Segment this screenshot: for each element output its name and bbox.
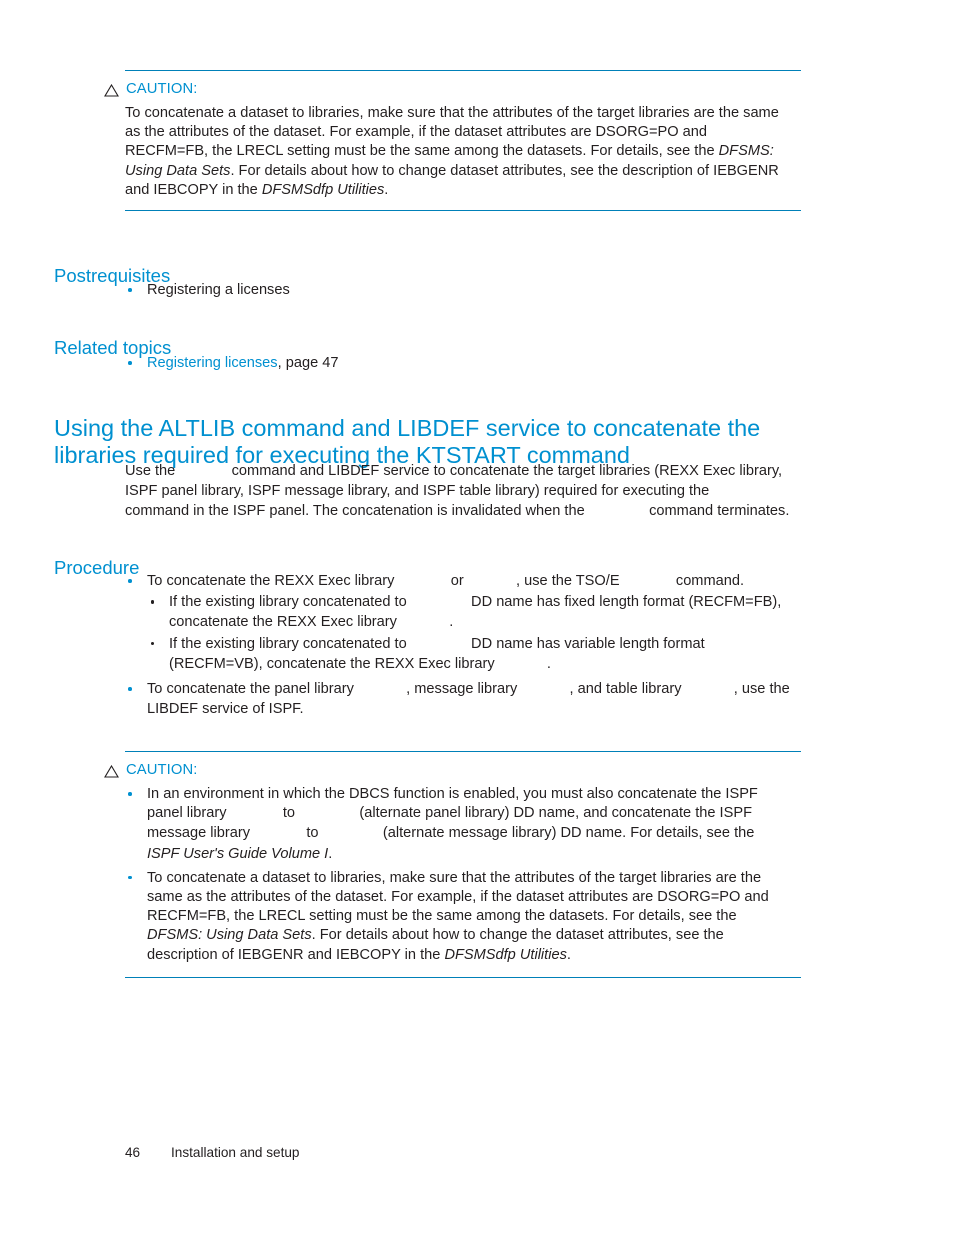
caution-block-top: CAUTION: To concatenate a dataset to lib… bbox=[104, 70, 801, 212]
bullet-icon bbox=[128, 361, 132, 365]
related-topics-list: Registering licenses, page 47 bbox=[125, 354, 780, 373]
list-item-label: Registering licenses, page 47 bbox=[147, 355, 338, 371]
bullet-icon bbox=[151, 641, 155, 645]
caution-rule-bottom bbox=[125, 210, 801, 212]
list-item: If the existing library concatenated to … bbox=[147, 593, 799, 633]
page-footer: 46 Installation and setup bbox=[125, 1145, 299, 1160]
book-title-ispf: ISPF User's Guide Volume I bbox=[147, 845, 329, 862]
bullet-icon bbox=[128, 792, 132, 796]
list-item-label: If the existing library concatenated to … bbox=[169, 635, 705, 672]
book-title-dfsmsdfp: DFSMSdfp Utilities bbox=[261, 181, 385, 198]
caution-label: CAUTION: bbox=[126, 762, 198, 778]
chapter-intro-paragraph: Use the ALTLIB command and LIBDEF servic… bbox=[125, 463, 790, 520]
caution-header: CAUTION: bbox=[104, 79, 780, 99]
bullet-icon bbox=[128, 579, 132, 583]
caution-triangle-icon bbox=[104, 83, 119, 97]
bullet-icon bbox=[128, 687, 132, 691]
chapter-intro-wrap: Use the ALTLIB command and LIBDEF servic… bbox=[125, 462, 797, 523]
list-item: Registering a licenses bbox=[125, 281, 780, 300]
list-item: In an environment in which the DBCS func… bbox=[125, 785, 780, 864]
caution-rule-top bbox=[125, 751, 801, 752]
postrequisites-list: Registering a licenses bbox=[125, 281, 780, 300]
related-topics-list-wrap: Registering licenses, page 47 bbox=[125, 354, 780, 374]
book-title-dfsmsdfp-2: DFSMSdfp Utilities bbox=[444, 946, 567, 963]
procedure-sublist: If the existing library concatenated to … bbox=[147, 593, 799, 675]
list-item: Registering licenses, page 47 bbox=[125, 354, 780, 373]
caution-block-bottom: CAUTION: In an environment in which the … bbox=[104, 751, 801, 978]
caution-rule-top bbox=[125, 70, 801, 71]
caution-rule-bottom bbox=[125, 976, 801, 978]
list-item-label: In an environment in which the DBCS func… bbox=[147, 786, 758, 862]
running-footer-text: Installation and setup bbox=[171, 1145, 300, 1160]
cross-reference-link[interactable]: Registering licenses bbox=[147, 355, 278, 371]
caution-paragraph: To concatenate a dataset to libraries, m… bbox=[125, 105, 779, 198]
caution-triangle-icon bbox=[104, 764, 119, 778]
document-page: CAUTION: To concatenate a dataset to lib… bbox=[0, 0, 954, 1235]
list-item-label: If the existing library concatenated to … bbox=[169, 594, 782, 631]
procedure-list: To concatenate the REXX Exec library KTL… bbox=[125, 572, 799, 719]
list-item-label: Registering a licenses bbox=[147, 282, 290, 298]
list-item-label: To concatenate a dataset to libraries, m… bbox=[147, 869, 769, 963]
list-item: To concatenate the panel library KTPENU,… bbox=[125, 680, 799, 719]
caution-header: CAUTION: bbox=[104, 760, 780, 780]
bullet-icon bbox=[128, 875, 132, 880]
procedure-list-wrap: To concatenate the REXX Exec library KTL… bbox=[125, 572, 799, 720]
cross-reference-page: , page 47 bbox=[277, 355, 339, 371]
page-number: 46 bbox=[125, 1145, 141, 1160]
postrequisites-list-wrap: Registering a licenses bbox=[125, 281, 780, 301]
bullet-icon bbox=[151, 600, 155, 604]
page-title: Using the ALTLIB command and LIBDEF serv… bbox=[54, 414, 761, 468]
book-title-dfsms-2: DFSMS: Using Data Sets bbox=[147, 927, 312, 944]
caution-list: In an environment in which the DBCS func… bbox=[125, 785, 780, 965]
list-item: To concatenate a dataset to libraries, m… bbox=[125, 869, 780, 965]
list-item-label: To concatenate the panel library KTPENU,… bbox=[147, 681, 790, 718]
list-item: To concatenate the REXX Exec library KTL… bbox=[125, 572, 799, 675]
caution-body: To concatenate a dataset to libraries, m… bbox=[125, 104, 780, 200]
caution-body: In an environment in which the DBCS func… bbox=[125, 785, 780, 965]
bullet-icon bbox=[128, 288, 132, 292]
caution-label: CAUTION: bbox=[126, 81, 198, 97]
list-item: If the existing library concatenated to … bbox=[147, 635, 799, 675]
list-item-label: To concatenate the REXX Exec library KTL… bbox=[147, 573, 745, 589]
